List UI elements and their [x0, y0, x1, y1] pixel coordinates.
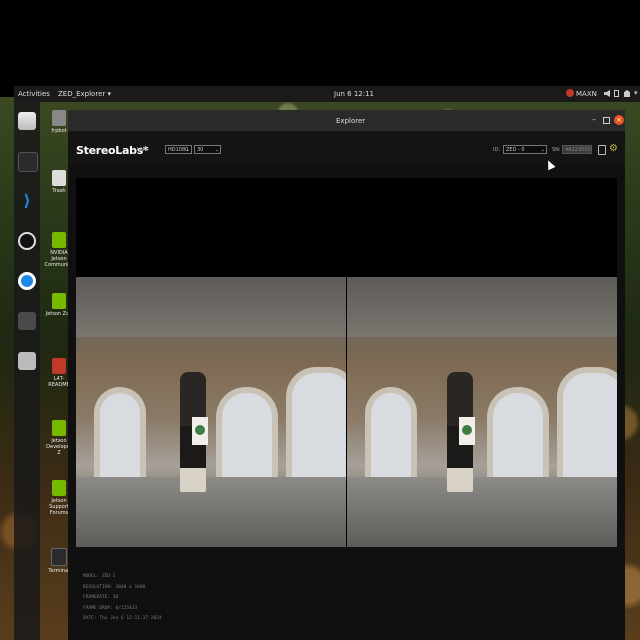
system-menu-chevron-icon[interactable]: ▾ — [634, 89, 638, 97]
ceiling — [76, 277, 346, 337]
minimize-icon[interactable]: – — [592, 115, 596, 124]
serial-number-field[interactable]: 4A123000 — [562, 145, 592, 154]
stereo-video-frame[interactable] — [76, 277, 617, 547]
info-frame-drop: FRAME DROP: 0/125433 — [83, 605, 138, 611]
chromium-icon[interactable] — [18, 272, 36, 290]
archway — [365, 387, 417, 483]
folder-icon — [52, 110, 66, 126]
right-camera-view — [347, 277, 617, 547]
archway — [94, 387, 146, 483]
battery-icon[interactable] — [614, 90, 619, 97]
camera-id-select[interactable]: ZED - 0 ⌄ — [503, 145, 547, 154]
drive-icon — [52, 358, 66, 374]
power-icon[interactable] — [624, 90, 630, 97]
nvidia-icon — [52, 420, 66, 436]
nvidia-icon — [52, 480, 66, 496]
info-model: MODEL: ZED 2 — [83, 574, 116, 579]
terminal-icon[interactable] — [18, 152, 38, 172]
chevron-down-icon: ⌄ — [214, 147, 219, 153]
dock: ⟩ — [14, 102, 40, 640]
obs-icon[interactable] — [18, 232, 36, 250]
explorer-window: Explorer – × StereoLabs* LIVE HD1080 ⌄ 30… — [68, 110, 625, 640]
fps-select[interactable]: 30 ⌄ — [194, 145, 221, 154]
files-icon[interactable] — [18, 112, 36, 130]
close-icon[interactable]: × — [614, 115, 624, 125]
terminal-icon — [51, 548, 67, 566]
nvidia-status-icon[interactable] — [566, 89, 574, 97]
left-camera-view — [76, 277, 346, 547]
refresh-icon[interactable] — [598, 145, 606, 155]
resolution-select[interactable]: HD1080 ⌄ — [165, 145, 192, 154]
bag — [192, 417, 208, 445]
live-indicator: LIVE — [137, 147, 148, 153]
info-resolution: RESOLUTION: 3840 x 1080 — [83, 584, 146, 590]
vscode-icon[interactable]: ⟩ — [18, 192, 36, 210]
power-mode[interactable]: MAXN — [576, 90, 597, 98]
archway — [286, 367, 346, 493]
window-titlebar[interactable]: Explorer – × — [68, 110, 625, 131]
chevron-down-icon: ⌄ — [540, 147, 545, 153]
window-title: Explorer — [336, 117, 366, 125]
archway — [557, 367, 617, 493]
nvidia-icon — [52, 293, 66, 309]
app-menu[interactable]: ZED_Explorer ▾ — [58, 90, 111, 98]
bag — [459, 417, 475, 445]
sn-label: SN: — [552, 147, 561, 153]
floor — [347, 477, 617, 547]
camera-info-panel: MODEL: ZED 2 RESOLUTION: 3840 x 1080 FRA… — [83, 572, 162, 625]
info-framerate: FRAMERATE: 30 — [83, 595, 119, 600]
archway — [487, 387, 549, 483]
chevron-down-icon: ⌄ — [185, 147, 190, 153]
maximize-icon[interactable] — [603, 117, 610, 124]
app-icon[interactable] — [18, 312, 36, 330]
archway — [216, 387, 278, 483]
ceiling — [347, 277, 617, 337]
top-bar: Activities ZED_Explorer ▾ Jun 6 12:11 MA… — [14, 86, 640, 102]
clock[interactable]: Jun 6 12:11 — [334, 90, 374, 98]
drive-icon[interactable] — [18, 352, 36, 370]
activities-button[interactable]: Activities — [18, 90, 50, 98]
volume-icon[interactable] — [604, 90, 610, 97]
id-label: ID: — [493, 147, 501, 153]
gear-icon[interactable]: ⚙ — [609, 143, 618, 154]
floor — [76, 477, 346, 547]
nvidia-icon — [52, 232, 66, 248]
info-date: DATE: Thu Jun 6 12:11:37 2024 — [83, 616, 162, 621]
trash-icon — [52, 170, 66, 186]
